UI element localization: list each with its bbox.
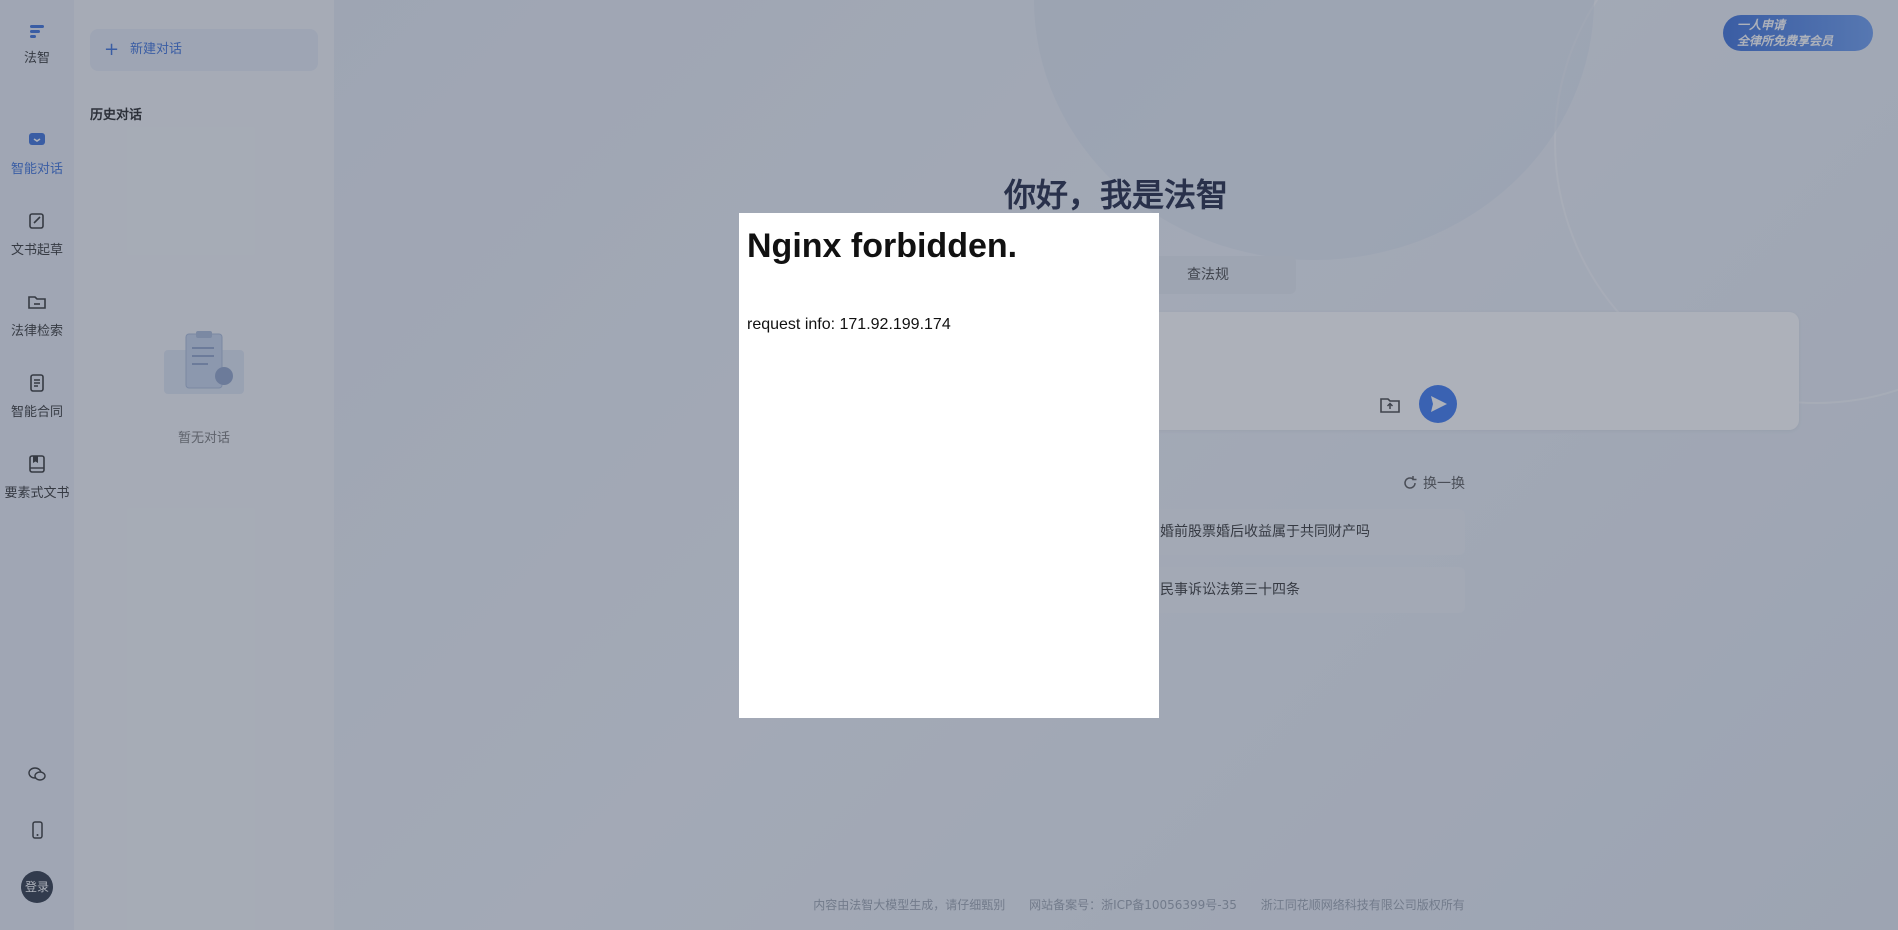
error-title: Nginx forbidden. (747, 227, 1018, 265)
error-modal: Nginx forbidden. request info: 171.92.19… (739, 213, 1159, 718)
request-info: request info: 171.92.199.174 (747, 316, 951, 333)
